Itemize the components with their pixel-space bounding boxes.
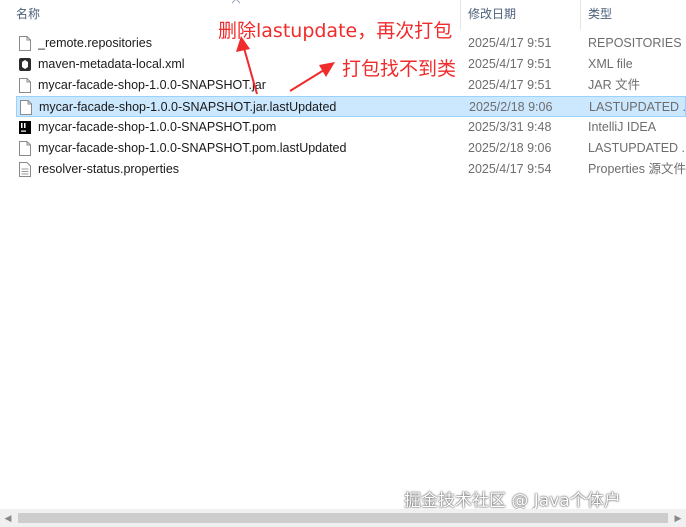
file-date: 2025/3/31 9:48 xyxy=(468,120,552,134)
column-header-date[interactable]: 修改日期 xyxy=(468,0,516,28)
column-divider[interactable] xyxy=(460,0,461,30)
file-name: resolver-status.properties xyxy=(38,162,180,176)
file-type: LASTUPDATED ... xyxy=(589,100,686,114)
file-name: mycar-facade-shop-1.0.0-SNAPSHOT.jar.las… xyxy=(39,100,337,114)
intellij-icon xyxy=(19,121,31,134)
file-icon xyxy=(20,100,32,115)
file-name: mycar-facade-shop-1.0.0-SNAPSHOT.pom.las… xyxy=(38,141,347,155)
file-type: XML file xyxy=(588,57,633,71)
sort-ascending-icon xyxy=(231,0,241,4)
file-icon xyxy=(19,36,31,51)
scroll-left-icon[interactable]: ◀ xyxy=(0,509,16,527)
file-date: 2025/4/17 9:51 xyxy=(468,57,552,71)
file-row[interactable]: resolver-status.properties 2025/4/17 9:5… xyxy=(16,159,686,180)
column-header-name[interactable]: 名称 xyxy=(16,0,40,28)
horizontal-scrollbar[interactable]: ◀ ▶ xyxy=(0,509,686,527)
file-date: 2025/2/18 9:06 xyxy=(468,141,552,155)
file-name: mycar-facade-shop-1.0.0-SNAPSHOT.pom xyxy=(38,120,277,134)
file-type: Properties 源文件 xyxy=(588,162,686,176)
file-row-selected[interactable]: mycar-facade-shop-1.0.0-SNAPSHOT.jar.las… xyxy=(16,96,686,117)
file-icon xyxy=(19,78,31,93)
scroll-right-icon[interactable]: ▶ xyxy=(670,509,686,527)
file-row[interactable]: mycar-facade-shop-1.0.0-SNAPSHOT.pom 202… xyxy=(16,117,686,138)
watermark: 掘金技术社区 @ Java个体户 xyxy=(404,491,621,511)
file-type: JAR 文件 xyxy=(588,78,641,92)
file-type: LASTUPDATED ... xyxy=(588,141,686,155)
file-date: 2025/2/18 9:06 xyxy=(469,100,553,114)
column-header-type[interactable]: 类型 xyxy=(588,0,612,28)
file-type: REPOSITORIES ... xyxy=(588,36,686,50)
properties-file-icon xyxy=(19,162,31,177)
file-row[interactable]: mycar-facade-shop-1.0.0-SNAPSHOT.pom.las… xyxy=(16,138,686,159)
file-type: IntelliJ IDEA xyxy=(588,120,657,134)
file-date: 2025/4/17 9:54 xyxy=(468,162,552,176)
scrollbar-thumb[interactable] xyxy=(18,513,668,523)
annotation-error-note: 打包找不到类 xyxy=(342,58,457,80)
xml-file-icon xyxy=(19,58,31,71)
column-divider[interactable] xyxy=(580,0,581,30)
file-date: 2025/4/17 9:51 xyxy=(468,36,552,50)
annotation-delete-note: 删除lastupdate，再次打包 xyxy=(218,20,453,42)
file-date: 2025/4/17 9:51 xyxy=(468,78,552,92)
file-icon xyxy=(19,141,31,156)
